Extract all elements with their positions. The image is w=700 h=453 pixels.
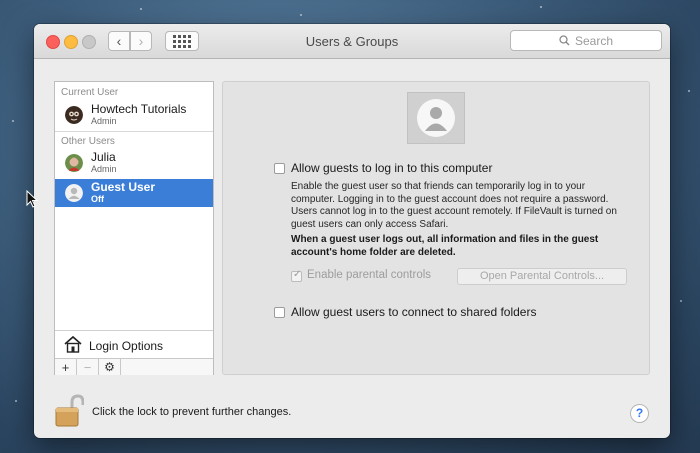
lock-icon[interactable] [54,394,84,428]
house-icon [64,335,82,353]
remove-user-button[interactable]: − [77,359,99,375]
user-role: Admin [91,116,117,126]
star [300,14,302,16]
avatar [65,154,83,172]
login-options-item[interactable]: Login Options [55,330,213,359]
user-name: Guest User [91,180,156,194]
allow-guests-checkbox[interactable] [274,163,285,174]
current-user-header: Current User [61,87,119,98]
parental-controls-checkbox[interactable] [291,269,302,282]
open-parental-controls-button[interactable]: Open Parental Controls... [457,268,627,285]
star [140,8,142,10]
user-row-guest[interactable]: Guest User Off [55,179,213,207]
user-row-howtech[interactable]: Howtech Tutorials Admin [55,101,213,129]
user-role: Admin [91,164,117,174]
other-users-header: Other Users [61,136,115,147]
person-silhouette-icon [417,99,455,137]
shared-folders-checkbox[interactable] [274,307,285,318]
star [12,120,14,122]
lock-message: Click the lock to prevent further change… [92,406,292,418]
login-options-label: Login Options [89,339,164,353]
gear-icon: ⚙ [104,360,115,374]
user-name: Howtech Tutorials [91,102,187,116]
divider [55,131,213,132]
action-menu-button[interactable]: ⚙ [99,359,121,375]
star [15,400,17,402]
star [688,90,690,92]
guest-description: Enable the guest user so that friends ca… [291,181,617,230]
avatar [65,106,83,124]
users-groups-window: ‹ › Users & Groups Search Current User H… [34,24,670,438]
help-button[interactable]: ? [630,404,649,423]
parental-controls-label[interactable]: Enable parental controls [307,269,431,281]
user-name: Julia [91,150,116,164]
search-placeholder: Search [574,33,614,48]
star [540,6,542,8]
user-row-julia[interactable]: Julia Admin [55,149,213,177]
users-list: Current User Howtech Tutorials Admin Oth… [54,81,214,375]
star [680,300,682,302]
mouse-pointer-icon [26,190,38,208]
user-role: Off [91,194,104,204]
guest-settings-pane: Allow guests to log in to this computer … [222,81,650,375]
shared-folders-label[interactable]: Allow guest users to connect to shared f… [291,305,536,319]
search-icon [559,35,570,46]
list-toolbar: + − ⚙ [55,358,213,375]
title-bar: ‹ › Users & Groups Search [34,24,670,59]
search-field[interactable]: Search [510,30,662,51]
guest-picture [407,92,465,144]
guest-avatar [65,184,83,202]
allow-guests-label[interactable]: Allow guests to log in to this computer [291,161,492,175]
guest-warning: When a guest user logs out, all informat… [291,234,599,258]
add-user-button[interactable]: + [55,359,77,375]
